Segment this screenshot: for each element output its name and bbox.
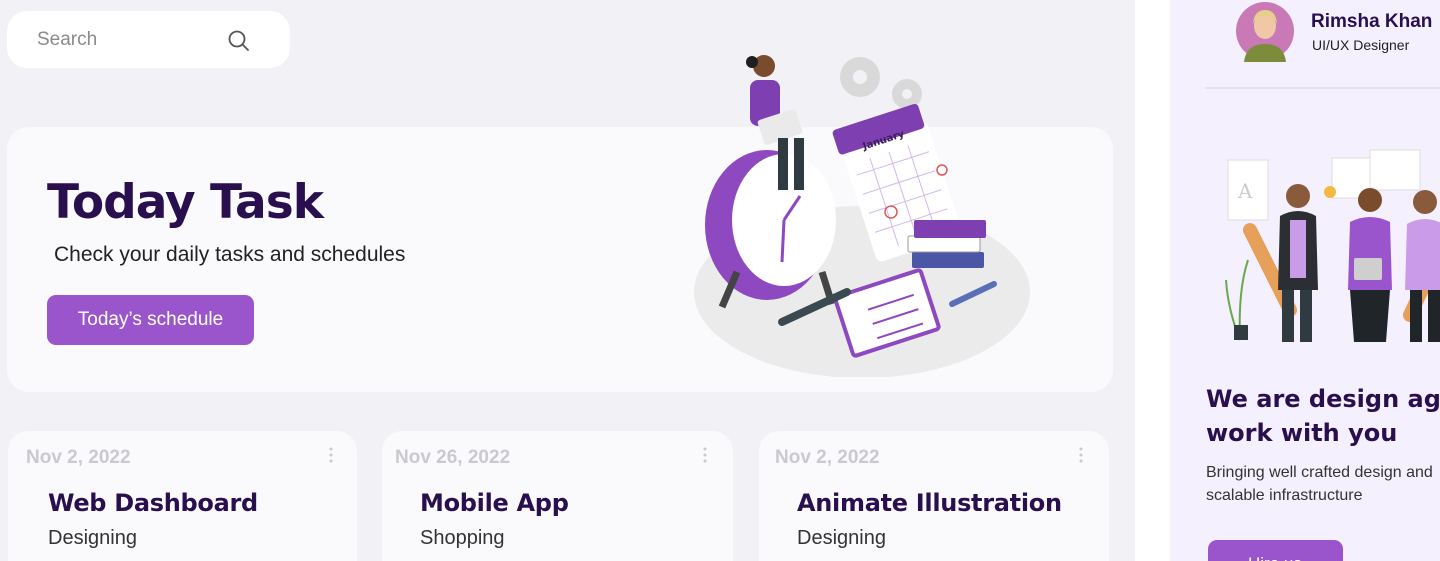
card-date: Nov 2, 2022	[26, 447, 131, 468]
card-category: Shopping	[420, 527, 505, 549]
divider	[1205, 87, 1440, 89]
today-task-banner: Today Task Check your daily tasks and sc…	[7, 55, 1113, 392]
card-date: Nov 2, 2022	[775, 447, 880, 468]
more-vertical-icon[interactable]	[1071, 445, 1091, 467]
search-bar[interactable]	[7, 11, 290, 68]
main-content: Today Task Check your daily tasks and sc…	[0, 0, 1135, 561]
hero-title: Today Task	[47, 175, 324, 230]
hire-us-button[interactable]: Hire us	[1208, 540, 1343, 561]
more-vertical-icon[interactable]	[695, 445, 715, 467]
avatar[interactable]	[1236, 0, 1294, 62]
card-title: Web Dashboard	[48, 489, 258, 517]
card-date: Nov 26, 2022	[395, 447, 511, 468]
design-team-illustration: A	[1225, 149, 1440, 342]
promo-title-line: work with you	[1206, 419, 1398, 447]
svg-text:A: A	[1237, 179, 1253, 203]
more-vertical-icon[interactable]	[321, 445, 341, 467]
card-category: Designing	[48, 527, 137, 549]
task-schedule-illustration: January	[694, 55, 1030, 377]
promo-title-line: We are design agenc	[1206, 385, 1440, 413]
task-card[interactable]: Nov 2, 2022 Web Dashboard Designing	[8, 431, 357, 561]
task-card[interactable]: Nov 26, 2022 Mobile App Shopping	[382, 431, 733, 561]
promo-text-line: scalable infrastructure	[1206, 487, 1363, 504]
card-title: Animate Illustration	[797, 489, 1062, 517]
search-icon[interactable]	[227, 29, 251, 53]
user-name: Rimsha Khan	[1311, 11, 1433, 32]
promo-text: Bringing well crafted design and scalabl…	[1206, 461, 1440, 507]
todays-schedule-button[interactable]: Today’s schedule	[47, 295, 254, 345]
user-role: UI/UX Designer	[1312, 37, 1410, 53]
promo-title: We are design agenc work with you	[1206, 382, 1440, 450]
hero-subtitle: Check your daily tasks and schedules	[54, 243, 406, 266]
promo-text-line: Bringing well crafted design and	[1206, 464, 1433, 481]
card-category: Designing	[797, 527, 886, 549]
card-title: Mobile App	[420, 489, 569, 517]
search-input[interactable]	[37, 28, 207, 52]
task-card[interactable]: Nov 2, 2022 Animate Illustration Designi…	[759, 431, 1109, 561]
profile-panel: Rimsha Khan UI/UX Designer A We are desi…	[1170, 0, 1440, 561]
